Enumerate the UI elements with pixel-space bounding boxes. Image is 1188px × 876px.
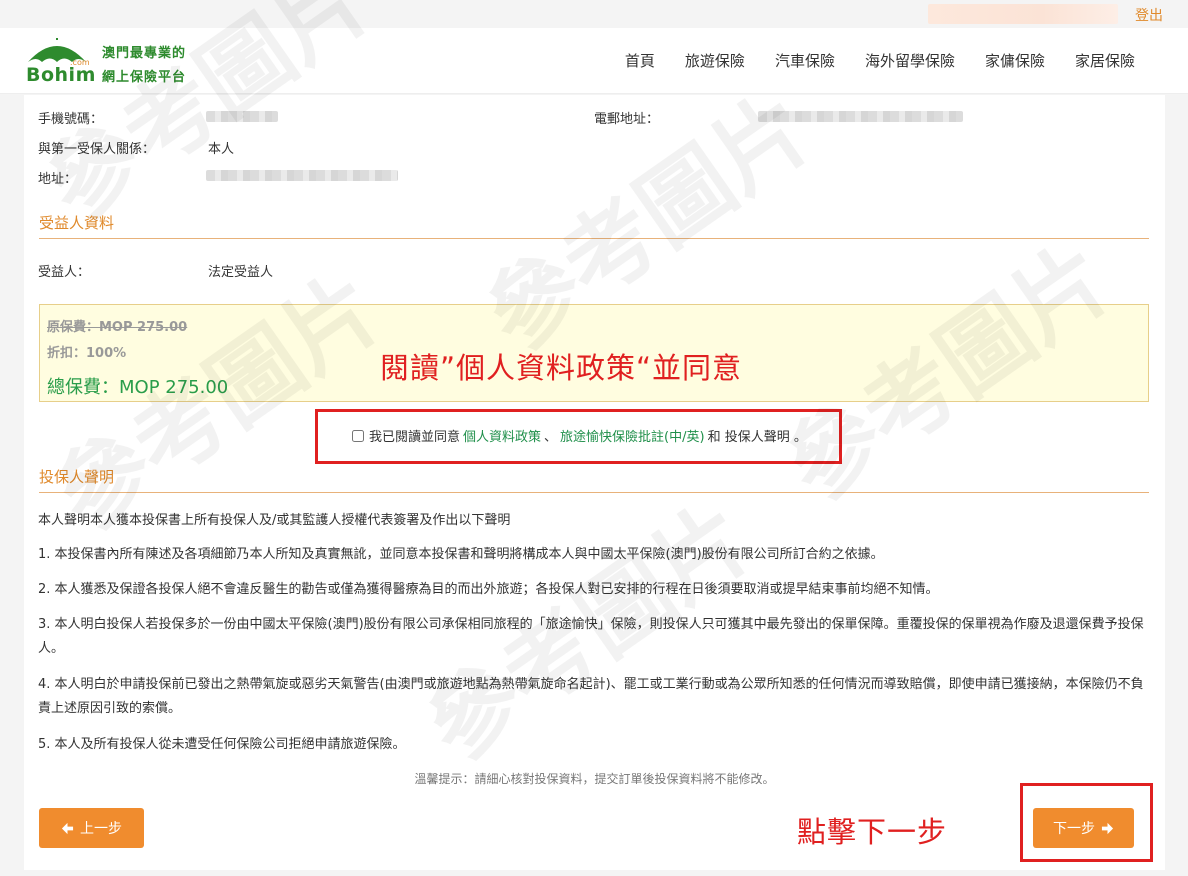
agreement-separator: 、 (544, 430, 558, 445)
nav-domestic-helper-insurance[interactable]: 家傭保險 (970, 50, 1060, 71)
user-name-redacted (928, 4, 1118, 24)
site-logo[interactable]: .com Bohim 澳門最專業的 網上保險平台 (24, 38, 194, 88)
agreement-checkbox[interactable] (352, 429, 364, 442)
main-content-card: 手機號碼： 電郵地址： 與第一受保人關係： 本人 地址： 受益人資料 受益人： … (24, 95, 1165, 870)
declaration-item-1: 1. 本投保書內所有陳述及各項細節乃本人所知及真實無訛，並同意本投保書和聲明將構… (38, 547, 884, 562)
email-value-redacted (758, 111, 963, 122)
reminder-tip: 溫馨提示：請細心核對投保資料，提交訂單後投保資料將不能修改。 (414, 772, 775, 786)
discount: 折扣：100% (47, 346, 127, 361)
nav-car-insurance[interactable]: 汽車保險 (760, 50, 850, 71)
nav-home-insurance[interactable]: 家居保險 (1060, 50, 1150, 71)
previous-step-button[interactable]: 上一步 (39, 808, 144, 848)
nav-home[interactable]: 首頁 (610, 50, 670, 71)
annotation-click-next: 點擊下一步 (797, 815, 948, 849)
phone-value-redacted (206, 111, 278, 122)
address-value-redacted (206, 170, 398, 181)
nav-overseas-study-insurance[interactable]: 海外留學保險 (850, 50, 970, 71)
declaration-item-2: 2. 本人獲悉及保證各投保人絕不會違反醫生的勸告或僅為獲得醫療為目的而出外旅遊；… (38, 582, 939, 597)
beneficiary-divider (39, 238, 1149, 239)
premium-summary-box: 原保費：MOP 275.00 折扣：100% 總保費：MOP 275.00 閱讀… (39, 304, 1149, 402)
arrow-left-icon (61, 822, 74, 834)
logout-link[interactable]: 登出 (1135, 5, 1163, 25)
agreement-prefix: 我已閱讀並同意 (369, 430, 461, 445)
beneficiary-value: 法定受益人 (208, 265, 274, 280)
site-header: .com Bohim 澳門最專業的 網上保險平台 首頁 旅遊保險 汽車保險 海外… (0, 28, 1188, 94)
declaration-divider (39, 492, 1149, 493)
declaration-section-title: 投保人聲明 (39, 468, 115, 486)
beneficiary-section-title: 受益人資料 (39, 214, 115, 232)
logo-slogan-line2: 網上保險平台 (102, 70, 187, 85)
next-step-label: 下一步 (1053, 821, 1095, 837)
original-premium: 原保費：MOP 275.00 (47, 320, 188, 335)
relation-value: 本人 (208, 142, 235, 157)
next-step-button[interactable]: 下一步 (1033, 808, 1134, 848)
main-nav: 首頁 旅遊保險 汽車保險 海外留學保險 家傭保險 家居保險 (610, 50, 1150, 71)
beneficiary-label: 受益人： (38, 265, 91, 280)
phone-label: 手機號碼： (38, 112, 104, 127)
arrow-right-icon (1101, 822, 1114, 834)
declaration-item-5: 5. 本人及所有投保人從未遭受任何保險公司拒絕申請旅遊保險。 (38, 737, 406, 752)
address-label: 地址： (38, 172, 78, 187)
nav-travel-insurance[interactable]: 旅遊保險 (670, 50, 760, 71)
previous-step-label: 上一步 (80, 821, 122, 837)
agreement-line: 我已閱讀並同意 個人資料政策 、 旅途愉快保險批註(中/英) 和 投保人聲明 。 (352, 426, 807, 445)
agreement-suffix: 和 投保人聲明 。 (707, 430, 807, 445)
declaration-intro: 本人聲明本人獲本投保書上所有投保人及/或其監護人授權代表簽署及作出以下聲明 (38, 513, 511, 528)
annotation-read-policy: 閱讀”個人資料政策“並同意 (380, 351, 743, 385)
travel-endorsement-link[interactable]: 旅途愉快保險批註(中/英) (560, 426, 705, 445)
declaration-item-3: 3. 本人明白投保人若投保多於一份由中國太平保險(澳門)股份有限公司承保相同旅程… (38, 617, 1144, 656)
email-label: 電郵地址： (594, 112, 660, 127)
agreement-highlight-frame: 我已閱讀並同意 個人資料政策 、 旅途愉快保險批註(中/英) 和 投保人聲明 。 (315, 409, 842, 464)
privacy-policy-link[interactable]: 個人資料政策 (463, 426, 541, 445)
relation-label: 與第一受保人關係： (38, 142, 156, 157)
logo-brand: Bohim (26, 64, 96, 86)
total-premium: 總保費：MOP 275.00 (47, 377, 229, 398)
declaration-item-4: 4. 本人明白於申請投保前已發出之熱帶氣旋或惡劣天氣警告(由澳門或旅遊地點為熱帶… (38, 677, 1144, 716)
top-utility-bar: 登出 (0, 0, 1188, 28)
logo-slogan-line1: 澳門最專業的 (102, 46, 187, 61)
